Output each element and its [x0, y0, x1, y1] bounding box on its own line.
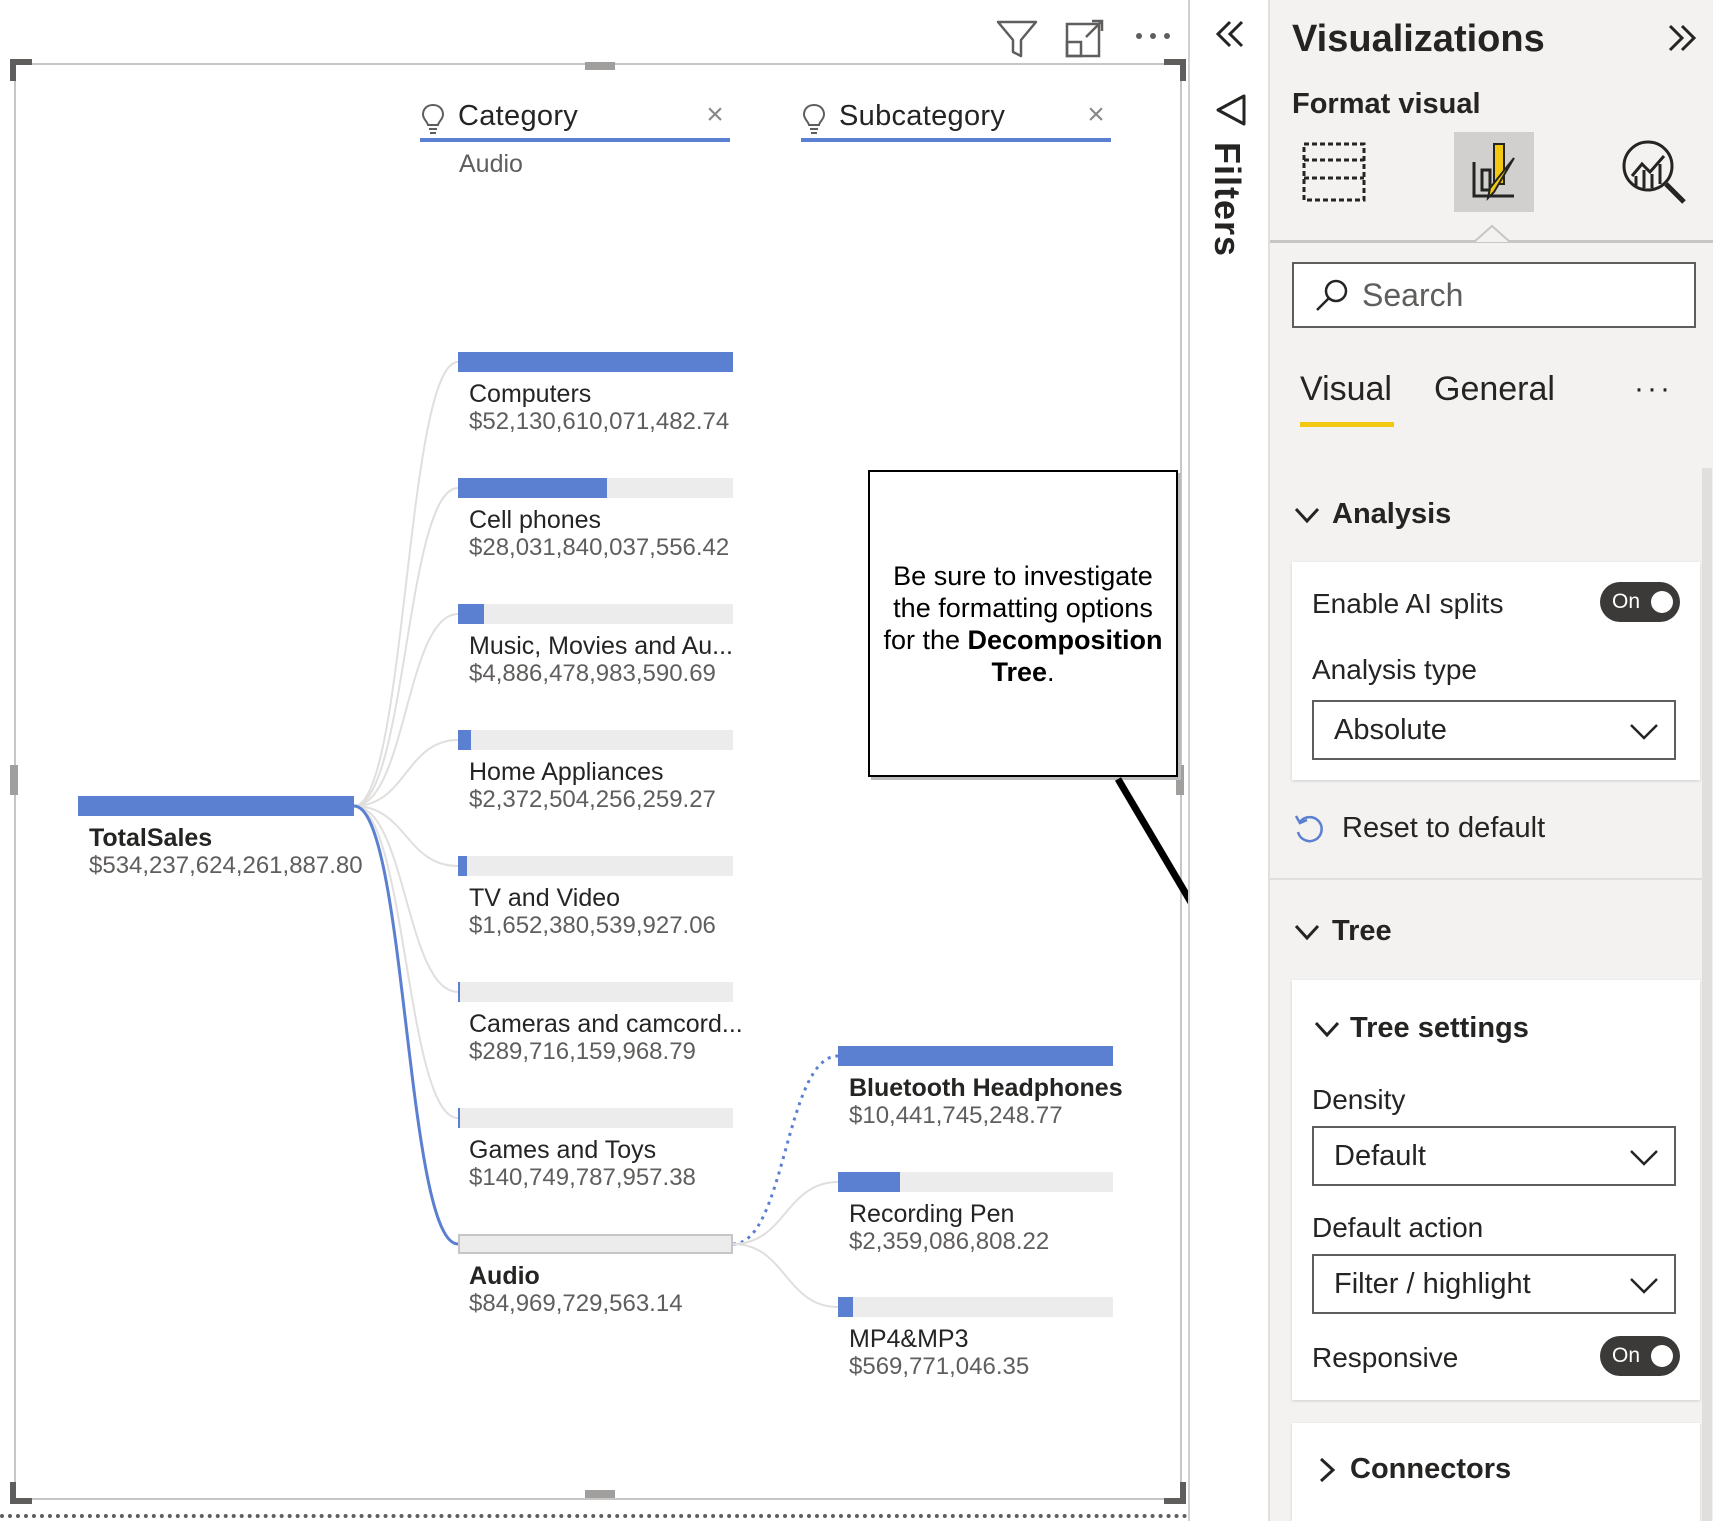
- analysis-type-label: Analysis type: [1312, 654, 1477, 685]
- toggle-state: On: [1612, 1344, 1641, 1367]
- connectors-card[interactable]: Connectors: [1292, 1423, 1700, 1521]
- toggle-knob: [1651, 591, 1673, 613]
- chevron-down-icon[interactable]: [1292, 917, 1322, 947]
- filters-pane-collapsed[interactable]: Filters: [1188, 0, 1268, 1521]
- default-action-label: Default action: [1312, 1212, 1484, 1243]
- reset-to-default-button[interactable]: Reset to default: [1292, 810, 1692, 850]
- reset-icon: [1294, 815, 1323, 843]
- default-action-dropdown[interactable]: Filter / highlight: [1312, 1254, 1676, 1314]
- format-visual-label: Format visual: [1292, 88, 1481, 120]
- selected-tab-caret: [1474, 224, 1510, 243]
- toggle-state: On: [1612, 590, 1641, 613]
- responsive-toggle[interactable]: On: [1600, 1336, 1680, 1376]
- chevron-down-icon: [1630, 724, 1658, 740]
- callout-arrow: [1114, 777, 1258, 1016]
- density-label: Density: [1312, 1084, 1406, 1115]
- dropdown-value: Default: [1334, 1140, 1426, 1172]
- dropdown-value: Absolute: [1334, 714, 1447, 746]
- connectors-header: Connectors: [1350, 1453, 1512, 1485]
- build-visual-icon[interactable]: [1294, 132, 1374, 212]
- density-dropdown[interactable]: Default: [1312, 1126, 1676, 1186]
- report-canvas: Category × Audio Subcategory × TotalSale…: [0, 0, 1258, 1521]
- visualizations-pane: Visualizations Format visual Visual Gene…: [1268, 0, 1713, 1521]
- double-chevron-right-icon[interactable]: [1660, 18, 1704, 62]
- responsive-label: Responsive: [1312, 1342, 1459, 1373]
- pane-scrollbar[interactable]: [1702, 468, 1712, 1521]
- filters-label[interactable]: Filters: [1206, 142, 1248, 257]
- search-box[interactable]: [1292, 262, 1696, 328]
- analysis-type-dropdown[interactable]: Absolute: [1312, 700, 1676, 760]
- search-icon: [1316, 279, 1348, 311]
- enable-ai-splits-toggle[interactable]: On: [1600, 582, 1680, 622]
- double-chevron-left-icon[interactable]: [1208, 14, 1252, 58]
- section-title-tree: Tree: [1332, 915, 1392, 947]
- active-tab-underline: [1300, 422, 1394, 427]
- section-title-analysis: Analysis: [1332, 498, 1452, 530]
- chevron-down-icon[interactable]: [1292, 500, 1322, 530]
- chevron-down-icon: [1630, 1278, 1658, 1294]
- toggle-knob: [1651, 1345, 1673, 1367]
- analytics-magnifier-icon[interactable]: [1614, 132, 1694, 212]
- dropdown-value: Filter / highlight: [1334, 1268, 1531, 1300]
- analysis-card: Enable AI splits On Analysis type Absolu…: [1292, 562, 1700, 780]
- tree-settings-header[interactable]: Tree settings: [1350, 1012, 1529, 1045]
- section-divider: [1270, 878, 1702, 880]
- tab-visual[interactable]: Visual: [1300, 370, 1392, 409]
- chevron-down-icon: [1630, 1150, 1658, 1166]
- reset-label: Reset to default: [1342, 812, 1546, 844]
- chevron-right-icon[interactable]: [1312, 1455, 1342, 1485]
- tab-general[interactable]: General: [1434, 370, 1555, 409]
- pane-title: Visualizations: [1292, 18, 1545, 60]
- tabs-more-options[interactable]: ···: [1634, 372, 1673, 406]
- filter-funnel-icon: [1216, 94, 1246, 126]
- format-paintbrush-icon[interactable]: [1454, 132, 1534, 212]
- enable-ai-splits-label: Enable AI splits: [1312, 588, 1504, 619]
- search-input[interactable]: [1362, 274, 1682, 316]
- tree-settings-card: Tree settings Density Default Default ac…: [1292, 980, 1700, 1400]
- chevron-down-icon[interactable]: [1312, 1014, 1342, 1044]
